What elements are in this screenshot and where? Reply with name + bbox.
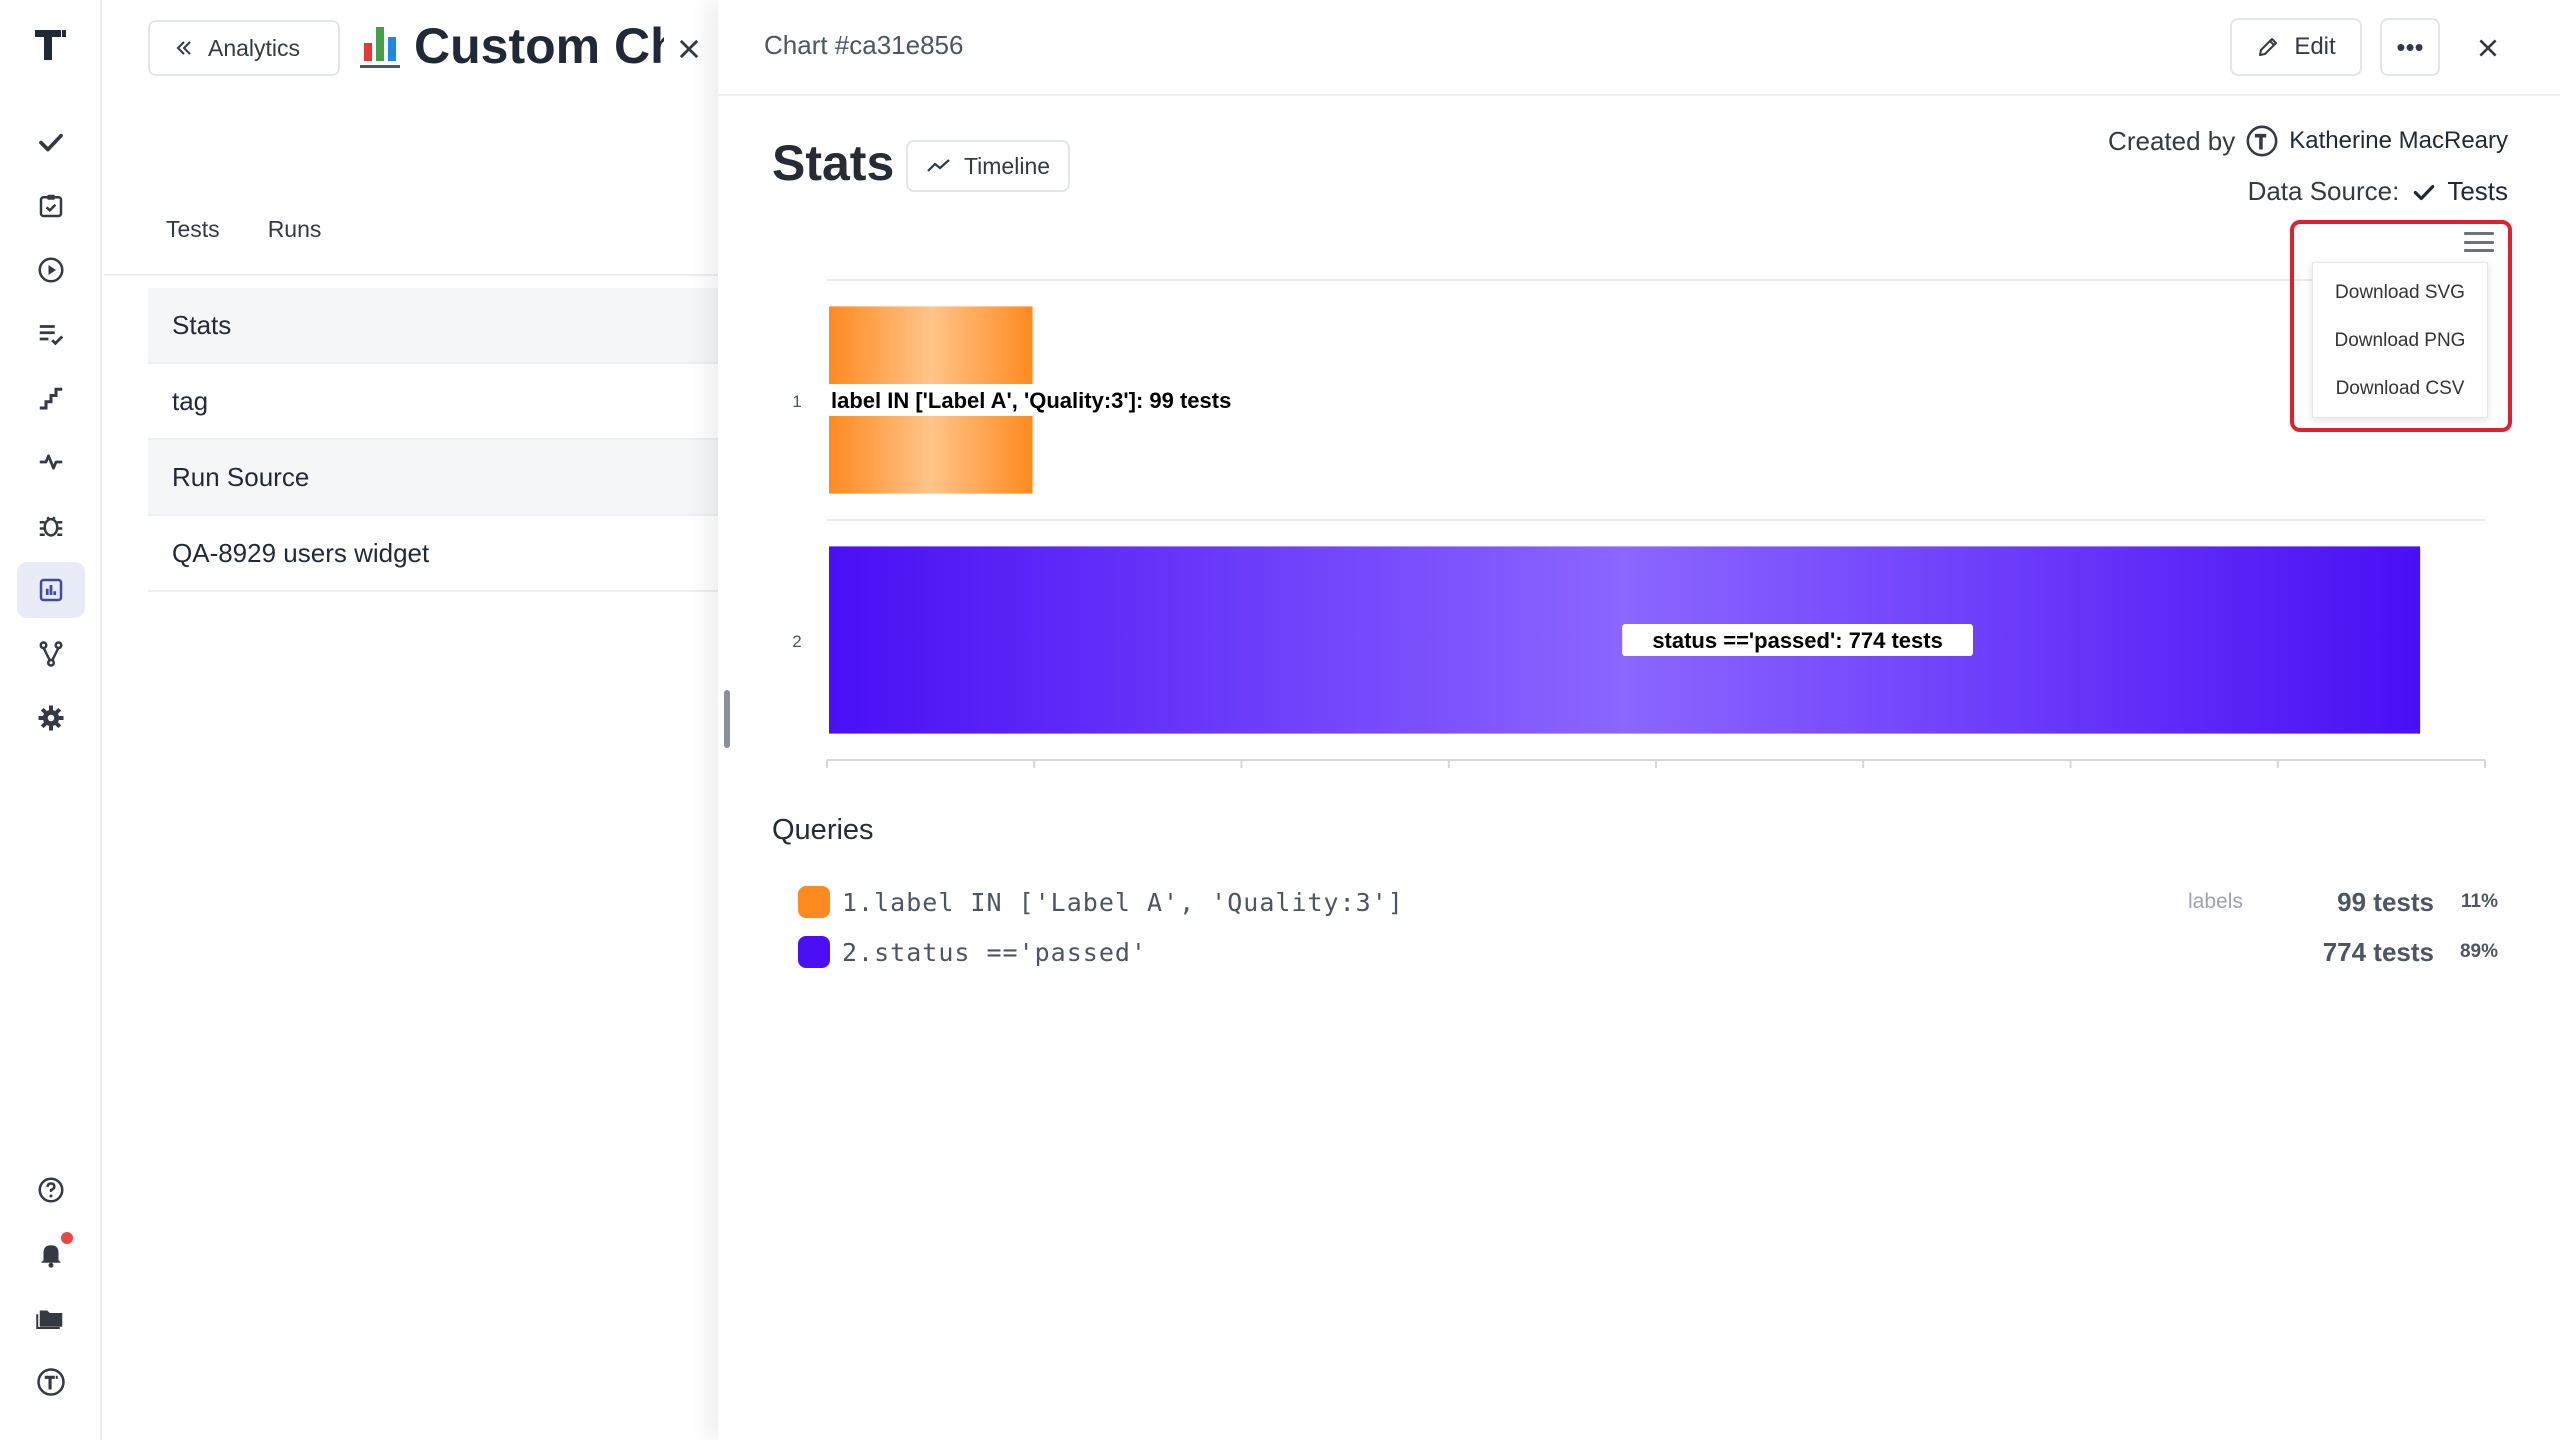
query-row[interactable]: 1. label IN ['Label A', 'Quality:3'] lab… bbox=[798, 882, 2498, 922]
page-title: Custom Ch bbox=[360, 14, 676, 78]
notification-badge bbox=[61, 1232, 73, 1244]
data-source-label: Data Source: bbox=[2247, 176, 2400, 206]
download-svg-option[interactable]: Download SVG bbox=[2313, 269, 2487, 317]
nav-pulse[interactable] bbox=[17, 434, 85, 490]
list-check-icon bbox=[39, 325, 64, 346]
query-tag: labels bbox=[2188, 890, 2243, 913]
stats-bar-chart: 1 label IN ['Label A', 'Quality:3']: 99 t… bbox=[784, 260, 2544, 780]
close-panel-button[interactable] bbox=[2464, 24, 2512, 72]
chart-view-button[interactable]: Timeline bbox=[906, 140, 1070, 192]
menu-icon[interactable] bbox=[2464, 230, 2494, 254]
divider bbox=[104, 274, 720, 276]
nav-projects[interactable] bbox=[17, 1290, 85, 1346]
gear-icon bbox=[38, 705, 64, 731]
play-circle-icon bbox=[38, 257, 64, 283]
logo-icon[interactable] bbox=[31, 24, 71, 64]
export-menu: Download SVG Download PNG Download CSV bbox=[2312, 262, 2488, 418]
data-source-value: Tests bbox=[2447, 176, 2508, 206]
query-color-swatch bbox=[798, 936, 830, 968]
download-png-option[interactable]: Download PNG bbox=[2313, 317, 2487, 365]
nav-notifications[interactable] bbox=[17, 1226, 85, 1282]
chart-view-label: Timeline bbox=[963, 152, 1051, 179]
check-icon bbox=[2414, 184, 2435, 200]
stairs-icon bbox=[39, 387, 63, 410]
list-item[interactable]: tag bbox=[148, 364, 720, 440]
panel-header: Chart #ca31e856 Edit ••• bbox=[718, 0, 2560, 96]
data-label: label IN ['Label A', 'Quality:3']: 99 te… bbox=[831, 388, 1231, 413]
page-title-text: Custom Ch bbox=[414, 18, 676, 74]
edit-button[interactable]: Edit bbox=[2230, 18, 2362, 76]
query-count: 774 tests bbox=[2322, 936, 2434, 967]
query-text: label IN ['Label A', 'Quality:3'] bbox=[874, 887, 1404, 917]
chart-svg: 1 label IN ['Label A', 'Quality:3']: 99 t… bbox=[792, 279, 2486, 768]
download-csv-option[interactable]: Download CSV bbox=[2313, 365, 2487, 413]
git-branch-icon bbox=[39, 641, 63, 667]
folder-icon bbox=[36, 1310, 63, 1329]
more-icon: ••• bbox=[2396, 31, 2424, 62]
pencil-icon bbox=[2259, 38, 2278, 56]
back-button-label: Analytics bbox=[208, 34, 301, 61]
close-icon[interactable] bbox=[664, 24, 714, 74]
chevrons-left-icon bbox=[176, 41, 191, 55]
query-text: status =='passed' bbox=[874, 937, 1147, 967]
bar-chart-icon bbox=[39, 578, 63, 602]
bar-chart-emoji-icon bbox=[360, 24, 400, 68]
query-percent: 89% bbox=[2459, 941, 2498, 962]
nav-help[interactable] bbox=[17, 1162, 85, 1218]
nav-defects[interactable] bbox=[17, 498, 85, 554]
tab-runs[interactable]: Runs bbox=[268, 216, 322, 243]
nav-branches[interactable] bbox=[17, 626, 85, 682]
more-options-button[interactable]: ••• bbox=[2380, 18, 2440, 76]
back-to-analytics-button[interactable]: Analytics bbox=[148, 20, 340, 76]
nav-requirements[interactable] bbox=[17, 306, 85, 362]
page-tabs: Tests Runs bbox=[166, 216, 321, 243]
pulse-icon bbox=[39, 454, 63, 470]
panel-title: Chart #ca31e856 bbox=[764, 30, 964, 60]
logo-circle-icon bbox=[37, 1368, 65, 1396]
nav-analytics[interactable] bbox=[17, 562, 85, 618]
created-by-label: Created by bbox=[2108, 125, 2236, 156]
trend-line-icon bbox=[927, 159, 950, 172]
author-name: Katherine MacReary bbox=[2289, 127, 2508, 154]
nav-settings[interactable] bbox=[17, 690, 85, 746]
close-icon bbox=[2479, 39, 2497, 57]
dashboard-page: Analytics Custom Ch Tests Runs Stats tag… bbox=[104, 0, 720, 1440]
nav-rail bbox=[0, 0, 102, 1440]
nav-steps[interactable] bbox=[17, 370, 85, 426]
chart-list: Stats tag Run Source QA-8929 users widge… bbox=[148, 288, 720, 592]
list-item[interactable]: QA-8929 users widget bbox=[148, 516, 720, 592]
clipboard-check-icon bbox=[39, 194, 63, 218]
y-tick-label: 1 bbox=[792, 392, 801, 411]
data-source: Data Source: Tests bbox=[2248, 176, 2508, 207]
resize-handle[interactable] bbox=[724, 690, 730, 748]
created-by: Created by Katherine MacReary bbox=[2108, 124, 2508, 158]
nav-account[interactable] bbox=[17, 1354, 85, 1410]
queries-heading: Queries bbox=[772, 814, 874, 846]
chart-title: Stats bbox=[772, 135, 895, 191]
y-tick-label: 2 bbox=[792, 632, 801, 651]
query-color-swatch bbox=[798, 886, 830, 918]
bug-icon bbox=[39, 516, 63, 537]
nav-runs[interactable] bbox=[17, 242, 85, 298]
nav-plans[interactable] bbox=[17, 178, 85, 234]
query-row[interactable]: 2. status =='passed' 774 tests 89% bbox=[798, 932, 2498, 972]
chart-detail-panel: Chart #ca31e856 Edit ••• Stats Timeline … bbox=[718, 0, 2560, 1440]
nav-tests[interactable] bbox=[17, 114, 85, 170]
query-percent: 11% bbox=[2461, 891, 2498, 912]
query-index: 2. bbox=[842, 937, 875, 967]
data-label: status =='passed': 774 tests bbox=[1652, 628, 1943, 653]
query-index: 1. bbox=[842, 887, 875, 917]
edit-button-label: Edit bbox=[2294, 33, 2336, 60]
tab-tests[interactable]: Tests bbox=[166, 216, 220, 243]
list-item[interactable]: Run Source bbox=[148, 440, 720, 516]
help-circle-icon bbox=[38, 1177, 64, 1203]
list-item[interactable]: Stats bbox=[148, 288, 720, 364]
user-avatar-icon bbox=[2246, 125, 2278, 157]
query-count: 99 tests bbox=[2337, 886, 2434, 917]
bell-icon bbox=[41, 1245, 61, 1268]
check-icon bbox=[39, 133, 63, 152]
